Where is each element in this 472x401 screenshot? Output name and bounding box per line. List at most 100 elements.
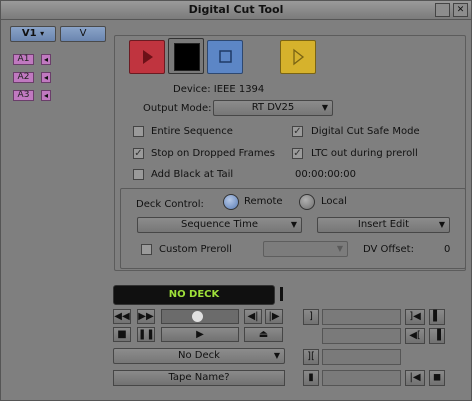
- rewind-button[interactable]: ◀◀: [113, 309, 131, 324]
- clear-marks-button[interactable]: ◼: [429, 370, 445, 386]
- title-bar: Digital Cut Tool: [1, 1, 471, 20]
- status-divider: [280, 287, 283, 301]
- deck-play-button[interactable]: ▶: [161, 327, 239, 342]
- step-forward-icon: |▶: [268, 311, 280, 322]
- track-a3-arrow-icon[interactable]: ◂: [41, 90, 51, 101]
- step-forward-button[interactable]: |▶: [265, 309, 283, 324]
- mark-out-field[interactable]: [322, 309, 401, 325]
- close-button[interactable]: ✕: [453, 3, 468, 17]
- play-icon: ▶: [196, 329, 204, 340]
- black-frame-button[interactable]: [168, 38, 204, 74]
- go-to-out-button[interactable]: ]: [303, 309, 319, 325]
- ltc-out-checkbox[interactable]: ✓: [292, 148, 303, 159]
- stop-on-dropped-label: Stop on Dropped Frames: [151, 148, 275, 159]
- video-track-selector[interactable]: V1 ▾: [10, 26, 56, 42]
- tape-name-button[interactable]: Tape Name?: [113, 370, 285, 386]
- output-mode-value: RT DV25: [251, 102, 295, 113]
- pause-icon: ❚❚: [138, 329, 155, 340]
- track-a1[interactable]: A1: [13, 54, 34, 65]
- clear-out-icon: ▌: [433, 311, 441, 322]
- safe-mode-label: Digital Cut Safe Mode: [311, 126, 420, 137]
- custom-preroll-checkbox[interactable]: [141, 244, 152, 255]
- preroll-select[interactable]: ▼: [263, 241, 348, 257]
- output-mode-label: Output Mode:: [143, 103, 212, 114]
- mark-out-button[interactable]: ]◀: [405, 309, 425, 325]
- chevron-down-icon: ▾: [40, 29, 45, 38]
- stop-on-dropped-checkbox[interactable]: ✓: [133, 148, 144, 159]
- stop-square-icon: ■: [117, 329, 127, 340]
- clear-in-icon: ▐: [433, 330, 441, 341]
- window-title: Digital Cut Tool: [188, 3, 284, 16]
- deck-select[interactable]: No Deck ▼: [113, 348, 285, 364]
- device-label: Device: IEEE 1394: [173, 84, 265, 95]
- record-button[interactable]: [129, 40, 165, 74]
- stop-icon: [219, 50, 232, 63]
- eject-button[interactable]: ⏏: [244, 327, 283, 342]
- entire-sequence-label: Entire Sequence: [151, 126, 233, 137]
- timecode-display: 00:00:00:00: [295, 169, 357, 180]
- mark-in-icon: ][: [307, 351, 315, 362]
- preview-button[interactable]: [280, 40, 316, 74]
- dv-offset-label: DV Offset:: [363, 244, 414, 255]
- start-field[interactable]: [322, 370, 401, 386]
- mark-in-field[interactable]: [322, 349, 401, 365]
- video-target-button[interactable]: V: [60, 26, 106, 42]
- track-a3[interactable]: A3: [13, 90, 34, 101]
- step-back-icon: ◀|: [247, 311, 259, 322]
- mark-in-button[interactable]: ◀[: [405, 328, 425, 344]
- digital-cut-window: Digital Cut Tool ✕ V1 ▾ V A1 ◂ A2 ◂ A3 ◂…: [0, 0, 472, 401]
- custom-preroll-label: Custom Preroll: [159, 244, 232, 255]
- track-a2[interactable]: A2: [13, 72, 34, 83]
- chevron-down-icon: ▼: [321, 103, 328, 112]
- go-to-mark-button[interactable]: |◀: [405, 370, 425, 386]
- fast-forward-button[interactable]: ▶▶: [137, 309, 155, 324]
- play-preview-icon: [293, 48, 305, 66]
- go-to-mark-icon: |◀: [409, 372, 421, 383]
- insert-edit-select[interactable]: Insert Edit ▼: [317, 217, 450, 233]
- entire-sequence-checkbox[interactable]: [133, 126, 144, 137]
- clear-marks-icon: ◼: [432, 372, 442, 383]
- black-frame-icon: [174, 43, 200, 71]
- deck-stop-button[interactable]: ■: [113, 327, 131, 342]
- clear-in-button[interactable]: ▐: [429, 328, 445, 344]
- sequence-time-select[interactable]: Sequence Time ▼: [137, 217, 302, 233]
- shuttle-slider[interactable]: [161, 309, 239, 324]
- start-icon: ▮: [308, 372, 314, 383]
- safe-mode-checkbox[interactable]: ✓: [292, 126, 303, 137]
- video-track-label: V1: [21, 28, 37, 39]
- deck-control-label: Deck Control:: [136, 199, 204, 210]
- remote-label: Remote: [244, 196, 283, 207]
- clear-out-button[interactable]: ▌: [429, 309, 445, 325]
- track-a2-arrow-icon[interactable]: ◂: [41, 72, 51, 83]
- shuttle-thumb[interactable]: [192, 311, 203, 322]
- stop-button[interactable]: [207, 40, 243, 74]
- ltc-out-label: LTC out during preroll: [311, 148, 418, 159]
- fast-forward-icon: ▶▶: [138, 311, 154, 322]
- duration-field[interactable]: [322, 328, 401, 344]
- chevron-down-icon: ▼: [273, 351, 280, 360]
- minimize-button[interactable]: [435, 3, 450, 17]
- track-a1-arrow-icon[interactable]: ◂: [41, 54, 51, 65]
- step-back-button[interactable]: ◀|: [244, 309, 262, 324]
- chevron-down-icon: ▼: [438, 220, 445, 229]
- output-mode-select[interactable]: RT DV25 ▼: [213, 100, 333, 116]
- insert-edit-value: Insert Edit: [357, 219, 410, 230]
- mark-out-icon: ]: [309, 311, 313, 322]
- add-black-checkbox[interactable]: [133, 169, 144, 180]
- local-label: Local: [321, 196, 347, 207]
- rewind-icon: ◀◀: [114, 311, 130, 322]
- eject-icon: ⏏: [258, 329, 269, 340]
- go-to-start-button[interactable]: ▮: [303, 370, 319, 386]
- mark-in-arrow-icon: ◀[: [409, 330, 421, 341]
- sequence-time-value: Sequence Time: [181, 219, 258, 230]
- pause-button[interactable]: ❚❚: [137, 327, 155, 342]
- local-radio[interactable]: [299, 194, 315, 210]
- go-to-in-button[interactable]: ][: [303, 349, 319, 365]
- remote-radio[interactable]: [223, 194, 239, 210]
- deck-status-display: NO DECK: [113, 285, 275, 305]
- chevron-down-icon: ▼: [336, 244, 343, 253]
- mark-out-arrow-icon: ]◀: [409, 311, 421, 322]
- dv-offset-value: 0: [444, 244, 451, 255]
- record-icon: [143, 50, 153, 64]
- deck-select-value: No Deck: [178, 350, 220, 361]
